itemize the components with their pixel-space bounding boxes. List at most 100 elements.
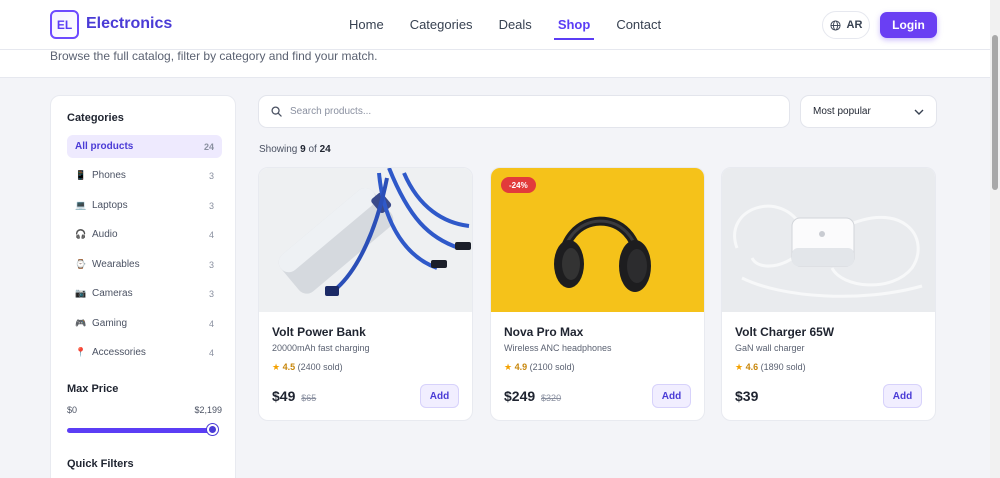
- category-count: 3: [208, 288, 214, 299]
- results-of: of: [308, 144, 317, 155]
- add-to-cart-button[interactable]: Add: [420, 384, 459, 408]
- add-to-cart-button[interactable]: Add: [883, 384, 922, 408]
- category-cameras[interactable]: 📷 Cameras 3: [67, 282, 222, 305]
- category-label: Cameras: [92, 288, 133, 299]
- category-phones[interactable]: 📱 Phones 3: [67, 164, 222, 187]
- nav-deals[interactable]: Deals: [499, 17, 532, 40]
- price-old: $65: [301, 393, 317, 403]
- categories-heading: Categories: [67, 112, 124, 124]
- product-name[interactable]: Volt Charger 65W: [735, 325, 834, 339]
- page-scrollbar[interactable]: [990, 0, 1000, 478]
- category-gaming[interactable]: 🎮 Gaming 4: [67, 312, 222, 335]
- nav-contact[interactable]: Contact: [616, 17, 661, 40]
- discount-badge: -24%: [501, 177, 536, 193]
- results-count: Showing 9 of 24: [259, 144, 331, 155]
- max-price-heading: Max Price: [67, 383, 119, 395]
- language-toggle[interactable]: AR: [822, 11, 870, 39]
- laptop-icon: 💻: [75, 200, 87, 210]
- results-prefix: Showing: [259, 144, 298, 155]
- product-card[interactable]: Volt Charger 65W GaN wall charger ★ 4.6 …: [721, 167, 936, 421]
- pin-icon: 📍: [75, 347, 87, 357]
- category-count: 4: [208, 347, 214, 358]
- product-image-charger[interactable]: [722, 168, 935, 312]
- globe-icon: [830, 19, 841, 31]
- category-label: Wearables: [92, 259, 140, 270]
- phone-icon: 📱: [75, 170, 87, 180]
- rating-value: 4.9: [514, 362, 528, 372]
- login-button[interactable]: Login: [880, 12, 937, 38]
- page-subtitle: Browse the full catalog, filter by categ…: [50, 49, 378, 63]
- product-description: 20000mAh fast charging: [272, 343, 370, 353]
- product-rating: ★ 4.6 (1890 sold): [735, 362, 806, 373]
- product-name[interactable]: Volt Power Bank: [272, 325, 366, 339]
- main-nav: Home Categories Deals Shop Contact: [349, 17, 661, 40]
- price-slider-track[interactable]: [67, 428, 217, 433]
- product-image-power-bank[interactable]: [259, 168, 472, 312]
- brand-name[interactable]: Electronics: [86, 15, 172, 33]
- product-name[interactable]: Nova Pro Max: [504, 325, 583, 339]
- price-min-label: $0: [67, 405, 78, 415]
- category-label: Accessories: [92, 347, 146, 358]
- product-image-headphones[interactable]: -24%: [491, 168, 704, 312]
- top-navbar: EL Electronics Home Categories Deals Sho…: [0, 0, 990, 50]
- category-count: 4: [208, 318, 214, 329]
- product-card[interactable]: Volt Power Bank 20000mAh fast charging ★…: [258, 167, 473, 421]
- quick-filters-heading: Quick Filters: [67, 458, 134, 470]
- nav-categories[interactable]: Categories: [410, 17, 473, 40]
- sort-selected: Most popular: [813, 106, 871, 117]
- headphones-icon: 🎧: [75, 229, 87, 239]
- category-wearables[interactable]: ⌚ Wearables 3: [67, 253, 222, 276]
- product-card[interactable]: -24% Nova Pro Max Wireless ANC headphone…: [490, 167, 705, 421]
- search-icon: [271, 106, 282, 117]
- category-label: Phones: [92, 170, 126, 181]
- price-slider-handle[interactable]: [207, 424, 218, 435]
- product-description: Wireless ANC headphones: [504, 343, 612, 353]
- category-audio[interactable]: 🎧 Audio 4: [67, 223, 222, 246]
- category-count: 24: [203, 141, 214, 152]
- search-box[interactable]: [258, 95, 790, 128]
- product-rating: ★ 4.9 (2100 sold): [504, 362, 575, 373]
- filter-sidebar: Categories All products 24 📱 Phones 3 💻 …: [50, 95, 236, 478]
- logo-icon[interactable]: EL: [50, 10, 79, 39]
- price-old: $320: [541, 393, 562, 403]
- nav-shop[interactable]: Shop: [553, 17, 594, 40]
- category-count: 4: [208, 229, 214, 240]
- results-shown: 9: [300, 144, 306, 155]
- star-icon: ★: [504, 362, 513, 372]
- price-current: $49: [272, 388, 296, 404]
- product-rating: ★ 4.5 (2400 sold): [272, 362, 343, 373]
- price-range-labels: $0 $2,199: [67, 405, 222, 415]
- star-icon: ★: [272, 362, 281, 372]
- product-price: $39: [735, 388, 758, 404]
- search-input[interactable]: [290, 106, 770, 117]
- category-count: 3: [208, 170, 214, 181]
- watch-icon: ⌚: [75, 259, 87, 269]
- category-count: 3: [208, 200, 214, 211]
- rating-value: 4.6: [745, 362, 759, 372]
- sort-dropdown[interactable]: Most popular: [800, 95, 937, 128]
- category-accessories[interactable]: 📍 Accessories 4: [67, 341, 222, 364]
- add-to-cart-button[interactable]: Add: [652, 384, 691, 408]
- sold-count: (2400 sold): [297, 362, 343, 372]
- scrollbar-thumb[interactable]: [992, 35, 998, 190]
- category-count: 3: [208, 259, 214, 270]
- rating-value: 4.5: [282, 362, 296, 372]
- product-price: $49 $65: [272, 388, 316, 404]
- price-current: $249: [504, 388, 536, 404]
- star-icon: ★: [735, 362, 744, 372]
- chevron-down-icon: [914, 109, 924, 115]
- camera-icon: 📷: [75, 288, 87, 298]
- sold-count: (1890 sold): [760, 362, 806, 372]
- category-laptops[interactable]: 💻 Laptops 3: [67, 194, 222, 217]
- category-label: Audio: [92, 229, 118, 240]
- language-label: AR: [846, 19, 863, 31]
- category-all-products[interactable]: All products 24: [67, 135, 222, 158]
- product-description: GaN wall charger: [735, 343, 805, 353]
- price-current: $39: [735, 388, 759, 404]
- sold-count: (2100 sold): [529, 362, 575, 372]
- category-label: Gaming: [92, 318, 128, 329]
- category-label: Laptops: [92, 200, 128, 211]
- nav-home[interactable]: Home: [349, 17, 384, 40]
- results-total: 24: [319, 144, 331, 155]
- product-price: $249 $320: [504, 388, 561, 404]
